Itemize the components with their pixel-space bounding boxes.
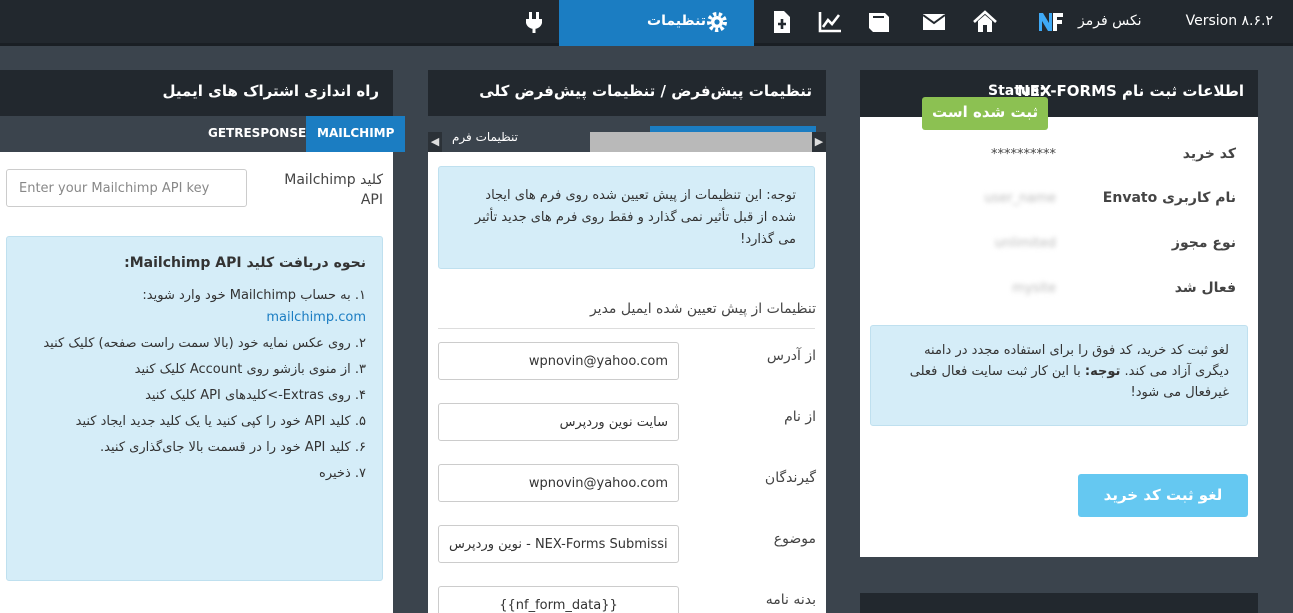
purchase-code-value: ********** [991, 147, 1056, 162]
help-step: ۶. کلید API خود را در قسمت بالا جای‌گذار… [100, 440, 366, 455]
info-row: نام کاربری Envato user_name [876, 190, 1236, 214]
brand-label[interactable]: نکس فرمز [1078, 13, 1142, 29]
field-label: از نام [784, 409, 816, 425]
from-address-row: از آدرس [428, 342, 826, 382]
scroll-right-arrow-icon[interactable]: ▶ [812, 132, 826, 152]
next-panel-header [860, 593, 1258, 613]
subject-input[interactable] [438, 525, 679, 563]
default-settings-panel: تنظیمات پیش‌فرض / تنظیمات پیش‌فرض کلی تن… [428, 70, 826, 613]
from-address-input[interactable] [438, 342, 679, 380]
plugin-icon[interactable] [521, 9, 547, 35]
top-navbar: تنظیمات نکس فرمز Version ۸.۶.۲ [0, 0, 1293, 46]
mail-body-input[interactable] [438, 586, 679, 613]
help-step: ۵. کلید API خود را کپی کنید یا یک کلید ج… [75, 414, 366, 429]
chart-icon[interactable] [817, 9, 843, 35]
from-name-input[interactable] [438, 403, 679, 441]
presets-notice: توجه: این تنظیمات از پیش تعیین شده روی ف… [438, 166, 815, 269]
field-label: بدنه نامه [765, 592, 816, 608]
notice-bold: توجه: [1084, 364, 1121, 379]
tabs-scrollbar[interactable] [590, 132, 812, 152]
api-key-help-box: نحوه دریافت کلید Mailchimp API: ۱. به حس… [6, 236, 383, 581]
registration-panel: اطلاعات ثبت نام NEX-FORMS Status: ثبت شد… [860, 70, 1258, 557]
help-step: ۳. از منوی بازشو روی Account کلیک کنید [134, 362, 366, 377]
email-subscriptions-panel: راه اندازی اشتراک های ایمیل MAILCHIMP GE… [0, 70, 406, 613]
field-label: گیرندگان [764, 470, 816, 486]
scroll-left-arrow-icon[interactable]: ◀ [428, 132, 442, 152]
field-label: موضوع [773, 531, 816, 547]
from-name-row: از نام [428, 403, 826, 443]
subscription-tabs: MAILCHIMP GETRESPONSE [0, 116, 406, 152]
info-key: نوع مجوز [1171, 235, 1236, 251]
help-step-text: ۱. به حساب Mailchimp خود وارد شوید: [142, 288, 366, 303]
forms-icon[interactable] [866, 9, 892, 35]
panel-title: راه اندازی اشتراک های ایمیل [0, 70, 393, 116]
info-row: کد خرید ********** [876, 146, 1236, 170]
home-icon[interactable] [972, 9, 998, 35]
mailchimp-api-key-input[interactable] [6, 169, 247, 207]
field-label: از آدرس [766, 348, 816, 364]
gear-icon [704, 9, 730, 35]
settings-tabs: تنظیمات پیش تعیین شده ایمیل تنظیمات فرم … [428, 116, 826, 152]
envato-username-value: user_name [984, 191, 1056, 206]
activated-site-value: mysite [1012, 281, 1056, 296]
settings-tab[interactable]: تنظیمات [559, 0, 754, 46]
recipients-row: گیرندگان [428, 464, 826, 504]
help-step: ۷. ذخیره [319, 466, 366, 481]
subject-row: موضوع [428, 525, 826, 565]
mailchimp-link[interactable]: mailchimp.com [266, 310, 366, 325]
info-row: فعال شد mysite [876, 280, 1236, 304]
settings-label: تنظیمات [647, 13, 707, 29]
status-badge: ثبت شده است [922, 97, 1049, 130]
unregister-purchase-code-button[interactable]: لغو ثبت کد خرید [1078, 474, 1248, 517]
registration-title: اطلاعات ثبت نام NEX-FORMS [1017, 82, 1244, 100]
info-row: نوع مجوز unlimited [876, 235, 1236, 259]
tab-mailchimp[interactable]: MAILCHIMP [306, 116, 406, 152]
info-key: فعال شد [1174, 280, 1236, 296]
tab-getresponse[interactable]: GETRESPONSE [197, 116, 317, 152]
section-title: تنظیمات از پیش تعیین شده ایمیل مدیر [589, 301, 816, 317]
panel-title: تنظیمات پیش‌فرض / تنظیمات پیش‌فرض کلی [428, 70, 826, 116]
api-key-label: کلید Mailchimp API [284, 172, 383, 208]
info-key: کد خرید [1182, 146, 1236, 162]
help-step: ۴. روی Extras->کلیدهای API کلیک کنید [145, 388, 366, 403]
info-key: نام کاربری Envato [1102, 190, 1236, 206]
section-divider [438, 328, 815, 329]
import-icon[interactable] [769, 9, 795, 35]
license-type-value: unlimited [994, 236, 1056, 251]
nf-logo-icon[interactable] [1037, 9, 1065, 35]
version-label: Version ۸.۶.۲ [1185, 13, 1273, 29]
help-title: نحوه دریافت کلید Mailchimp API: [124, 255, 366, 271]
tab-form-settings[interactable]: تنظیمات فرم [446, 126, 524, 152]
help-step: ۲. روی عکس نمایه خود (بالا سمت راست صفحه… [43, 336, 366, 351]
help-step: ۱. به حساب Mailchimp خود وارد شوید: mail… [23, 285, 366, 329]
recipients-input[interactable] [438, 464, 679, 502]
unregister-notice: لغو ثبت کد خرید، کد فوق را برای استفاده … [870, 325, 1248, 426]
panel-title: اطلاعات ثبت نام NEX-FORMS [860, 70, 1258, 117]
email-icon[interactable] [921, 9, 947, 35]
mail-body-row: بدنه نامه [428, 586, 826, 613]
